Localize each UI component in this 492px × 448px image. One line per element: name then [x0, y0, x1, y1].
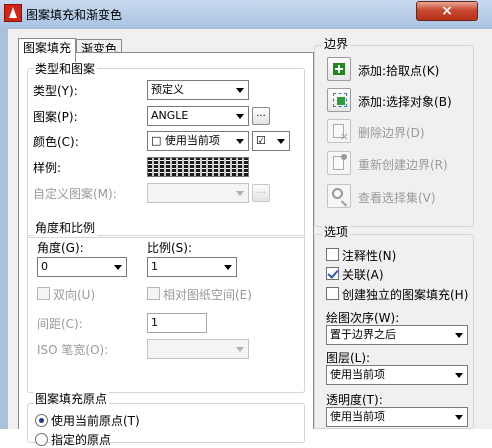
- transparency-value: 使用当前项: [330, 410, 385, 423]
- associative-label: 关联(A): [342, 268, 384, 282]
- add-select-objects-button[interactable]: [327, 88, 351, 112]
- window-title: 图案填充和渐变色: [26, 8, 123, 22]
- view-selections-button[interactable]: [327, 184, 351, 208]
- close-button[interactable]: ×: [416, 1, 478, 21]
- chevron-down-icon: [455, 333, 463, 338]
- hatch-tab-panel: 类型和图案 类型(Y): 预定义 图案(P): ANGLE ... 颜色(C):…: [18, 52, 314, 447]
- type-pattern-title: 类型和图案: [33, 60, 98, 77]
- recreate-boundary-label: 重新创建边界(R): [358, 158, 448, 172]
- annotative-label: 注释性(N): [342, 249, 397, 263]
- background-color-dropdown[interactable]: ☑: [252, 131, 290, 151]
- chevron-down-icon: [236, 191, 244, 196]
- remove-boundaries-label: 删除边界(D): [358, 126, 425, 140]
- recreate-boundary-button[interactable]: [327, 151, 351, 175]
- title-bar[interactable]: 图案填充和渐变色 ×: [0, 0, 492, 27]
- double-label: 双向(U): [53, 288, 96, 302]
- sample-label: 样例:: [33, 161, 62, 175]
- angle-value: 0: [41, 260, 48, 273]
- annotative-checkbox[interactable]: [326, 248, 339, 261]
- double-checkbox[interactable]: [37, 287, 50, 300]
- custom-pattern-label: 自定义图案(M):: [33, 187, 117, 201]
- recreate-boundary-icon: [333, 154, 347, 170]
- chevron-down-icon: [455, 373, 463, 378]
- add-pick-points-button[interactable]: [327, 57, 351, 81]
- hatch-origin-title: 图案填充原点: [33, 390, 110, 407]
- magnifier-icon: [332, 188, 343, 199]
- spacing-input[interactable]: 1: [147, 313, 207, 333]
- specified-origin-radio[interactable]: [35, 433, 48, 446]
- use-current-origin-radio[interactable]: [35, 414, 48, 427]
- type-value: 预定义: [151, 83, 184, 96]
- color-dropdown[interactable]: □ 使用当前项: [147, 131, 249, 151]
- associative-checkbox[interactable]: [326, 267, 339, 280]
- remove-boundaries-button[interactable]: [327, 119, 351, 143]
- autocad-app-icon: [4, 4, 22, 22]
- layer-label: 图层(L):: [326, 351, 371, 365]
- relative-paperspace-checkbox[interactable]: [147, 287, 160, 300]
- color-label: 颜色(C):: [33, 135, 79, 149]
- create-independent-hatches-label: 创建独立的图案填充(H): [342, 288, 469, 302]
- draw-order-label: 绘图次序(W):: [326, 311, 400, 325]
- chevron-down-icon: [236, 114, 244, 119]
- layer-dropdown[interactable]: 使用当前项: [326, 365, 468, 385]
- chevron-down-icon: [236, 347, 244, 352]
- add-pick-point-icon: [333, 63, 345, 75]
- background-color-value: ☑: [256, 134, 266, 147]
- remove-boundary-icon: [333, 124, 349, 143]
- pattern-value: ANGLE: [151, 109, 189, 122]
- scale-label: 比例(S):: [147, 241, 193, 255]
- chevron-down-icon: [455, 415, 463, 420]
- pattern-label: 图案(P):: [33, 110, 78, 124]
- chevron-down-icon: [236, 88, 244, 93]
- color-value: □ 使用当前项: [151, 134, 220, 147]
- angle-label: 角度(G):: [37, 241, 84, 255]
- create-independent-hatches-checkbox[interactable]: [326, 287, 339, 300]
- iso-pen-width-label: ISO 笔宽(O):: [37, 343, 109, 357]
- chevron-down-icon: [114, 265, 122, 270]
- hatch-dialog-window: 图案填充和渐变色 × 图案填充 渐变色 类型和图案 类型(Y): 预定义 图案(…: [0, 0, 492, 447]
- draw-order-dropdown[interactable]: 置于边界之后: [326, 325, 468, 345]
- type-dropdown[interactable]: 预定义: [147, 80, 249, 100]
- angle-dropdown[interactable]: 0: [37, 257, 127, 277]
- pattern-dropdown[interactable]: ANGLE: [147, 106, 249, 126]
- scale-value: 1: [151, 260, 158, 273]
- use-current-origin-label: 使用当前原点(T): [51, 414, 140, 428]
- chevron-down-icon: [236, 139, 244, 144]
- boundary-title: 边界: [322, 35, 351, 52]
- select-objects-icon: [333, 93, 347, 107]
- angle-scale-title: 角度和比例: [33, 219, 98, 236]
- add-select-objects-label: 添加:选择对象(B): [358, 95, 452, 109]
- custom-pattern-browse-button[interactable]: ...: [252, 184, 270, 202]
- relative-paperspace-label: 相对图纸空间(E): [163, 288, 252, 302]
- options-title: 选项: [322, 223, 351, 240]
- scale-dropdown[interactable]: 1: [147, 257, 237, 277]
- spacing-label: 间距(C):: [37, 317, 83, 331]
- specified-origin-label: 指定的原点: [51, 433, 112, 447]
- pattern-browse-button[interactable]: ...: [252, 107, 270, 125]
- transparency-dropdown[interactable]: 使用当前项: [326, 407, 468, 427]
- chevron-down-icon: [224, 265, 232, 270]
- tab-hatch[interactable]: 图案填充: [18, 38, 76, 62]
- type-label: 类型(Y):: [33, 84, 78, 98]
- add-pick-points-label: 添加:拾取点(K): [358, 64, 440, 78]
- layer-value: 使用当前项: [330, 368, 385, 381]
- transparency-label: 透明度(T):: [326, 393, 383, 407]
- custom-pattern-dropdown[interactable]: [147, 183, 249, 203]
- dialog-body: 图案填充 渐变色 类型和图案 类型(Y): 预定义 图案(P): ANGLE .…: [8, 29, 492, 447]
- view-selections-label: 查看选择集(V): [358, 191, 436, 205]
- iso-pen-width-dropdown[interactable]: [147, 339, 249, 359]
- chevron-down-icon: [277, 139, 285, 144]
- draw-order-value: 置于边界之后: [330, 328, 396, 341]
- pattern-sample-swatch[interactable]: [147, 157, 249, 177]
